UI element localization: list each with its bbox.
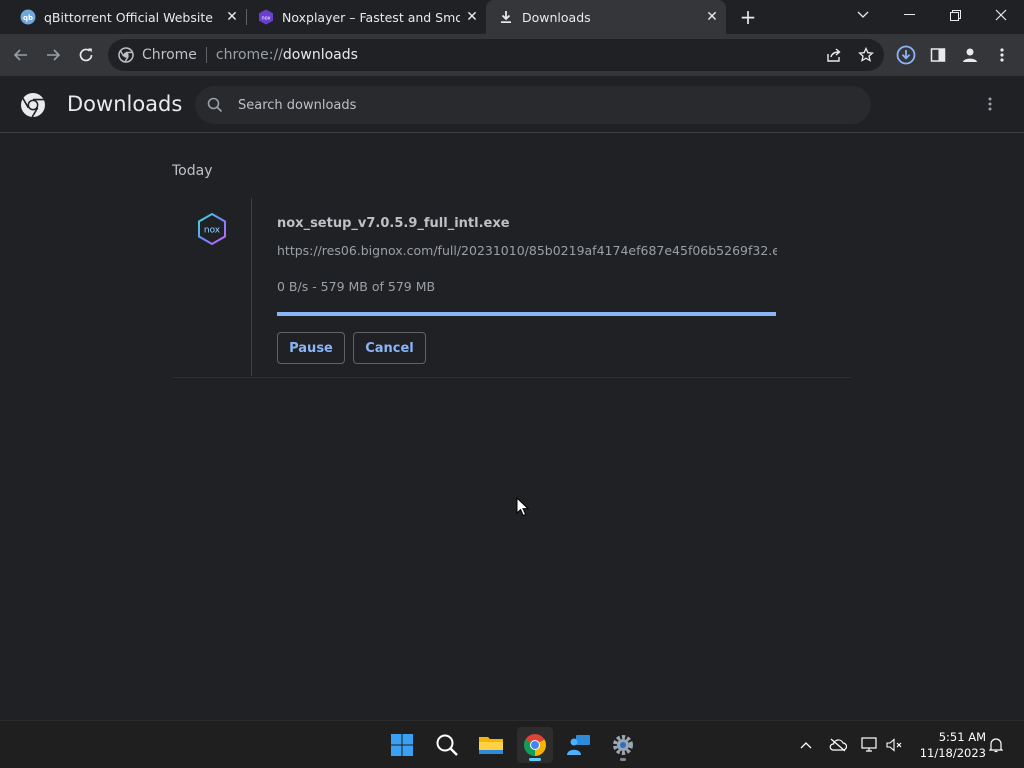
qbittorrent-icon: qb (20, 9, 36, 25)
side-panel-button[interactable] (925, 42, 951, 68)
chevron-up-icon (800, 742, 812, 749)
speaker-muted-icon (886, 738, 902, 752)
page-title: Downloads (67, 92, 183, 116)
remote-desktop-icon (567, 735, 590, 755)
address-bar[interactable]: Chrome chrome://downloads (108, 39, 884, 71)
bell-icon (989, 738, 1003, 753)
network-button[interactable] (860, 735, 880, 755)
settings-button[interactable] (605, 727, 641, 763)
arrow-left-icon (13, 49, 27, 61)
profile-icon (963, 48, 977, 62)
download-icon (498, 9, 514, 25)
share-button[interactable] (821, 42, 847, 68)
url-host: downloads (282, 47, 358, 63)
onedrive-button[interactable] (828, 735, 848, 755)
active-indicator (529, 758, 541, 761)
share-icon (827, 48, 841, 62)
browser-toolbar: Chrome chrome://downloads (0, 34, 1024, 76)
search-input[interactable] (238, 95, 838, 115)
search-icon (436, 734, 458, 756)
chrome-icon (524, 734, 546, 756)
settings-icon (613, 735, 633, 755)
bookmark-button[interactable] (853, 42, 879, 68)
svg-text:qb: qb (23, 14, 33, 22)
tab-title: qBittorrent Official Website (44, 9, 213, 25)
more-vertical-icon (1000, 48, 1004, 62)
new-tab-button[interactable]: + (736, 5, 760, 29)
pause-button[interactable]: Pause (277, 332, 345, 364)
svg-text:nox: nox (261, 16, 270, 22)
notifications-button[interactable] (986, 735, 1006, 755)
download-circle-icon (896, 45, 916, 65)
minimize-icon (903, 14, 915, 15)
chrome-logo-icon (20, 92, 46, 118)
remote-desktop-button[interactable] (561, 727, 597, 763)
close-icon[interactable]: ✕ (704, 9, 720, 25)
chrome-taskbar-button[interactable] (517, 727, 553, 763)
close-icon[interactable]: ✕ (464, 9, 480, 25)
site-label: Chrome (142, 47, 197, 63)
file-url[interactable]: https://res06.bignox.com/full/20231010/8… (277, 243, 777, 258)
file-name[interactable]: nox_setup_v7.0.5.9_full_intl.exe (277, 216, 510, 231)
chrome-icon (118, 47, 134, 63)
show-hidden-icons-button[interactable] (796, 735, 816, 755)
restore-icon (949, 9, 961, 21)
forward-button[interactable] (40, 42, 66, 68)
clock-time: 5:51 AM (938, 730, 986, 744)
url-scheme: chrome:// (215, 47, 283, 63)
file-explorer-button[interactable] (473, 727, 509, 763)
screen: qb qBittorrent Official Website ✕ nox No… (0, 0, 1024, 768)
network-icon (861, 737, 877, 752)
clock-date: 11/18/2023 (919, 746, 986, 760)
side-panel-icon (930, 48, 946, 62)
star-icon (858, 47, 874, 62)
tab-noxplayer[interactable]: nox Noxplayer – Fastest and Smoothest ✕ (238, 0, 486, 34)
cancel-button[interactable]: Cancel (353, 332, 426, 364)
clock[interactable]: 5:51 AM 11/18/2023 (914, 729, 986, 761)
back-button[interactable] (8, 42, 34, 68)
arrow-right-icon (47, 49, 61, 61)
reload-button[interactable] (73, 42, 99, 68)
search-icon (207, 97, 223, 113)
taskbar: 5:51 AM 11/18/2023 (0, 720, 1024, 768)
tab-title: Downloads (522, 9, 591, 25)
menu-button[interactable] (989, 42, 1015, 68)
chevron-down-icon (857, 11, 869, 18)
download-status: 0 B/s - 579 MB of 579 MB (277, 279, 436, 294)
cloud-offline-icon (829, 738, 847, 752)
start-icon (391, 734, 413, 756)
search-box[interactable] (195, 86, 871, 124)
more-actions-button[interactable] (980, 94, 1000, 114)
reload-icon (79, 48, 93, 62)
download-item: nox nox_setup_v7.0.5.9_full_intl.exe htt… (172, 198, 852, 378)
close-window-button[interactable] (978, 0, 1024, 30)
file-explorer-icon (479, 737, 503, 754)
minimize-button[interactable] (886, 0, 932, 30)
tab-qbittorrent[interactable]: qb qBittorrent Official Website ✕ (0, 0, 246, 34)
progress-bar (277, 312, 776, 316)
tab-downloads[interactable]: Downloads ✕ (486, 0, 726, 34)
divider (205, 47, 207, 63)
mouse-cursor-icon (516, 497, 530, 517)
volume-button[interactable] (885, 735, 905, 755)
tab-search-button[interactable] (840, 0, 886, 30)
close-icon (995, 9, 1007, 21)
taskbar-search-button[interactable] (429, 727, 465, 763)
running-indicator (620, 758, 626, 761)
noxplayer-icon: nox (258, 9, 274, 25)
nox-app-icon: nox (195, 212, 229, 246)
start-button[interactable] (384, 727, 420, 763)
profile-button[interactable] (957, 42, 983, 68)
date-heading: Today (172, 163, 213, 179)
restore-button[interactable] (932, 0, 978, 30)
downloads-button[interactable] (893, 42, 919, 68)
file-icon-column: nox (172, 198, 252, 376)
tab-title: Noxplayer – Fastest and Smoothest (282, 9, 460, 25)
downloads-header: Downloads (0, 76, 1024, 133)
more-vertical-icon (988, 97, 992, 111)
tab-strip: qb qBittorrent Official Website ✕ nox No… (0, 0, 1024, 34)
progress-fill (277, 312, 776, 316)
svg-text:nox: nox (204, 226, 221, 236)
